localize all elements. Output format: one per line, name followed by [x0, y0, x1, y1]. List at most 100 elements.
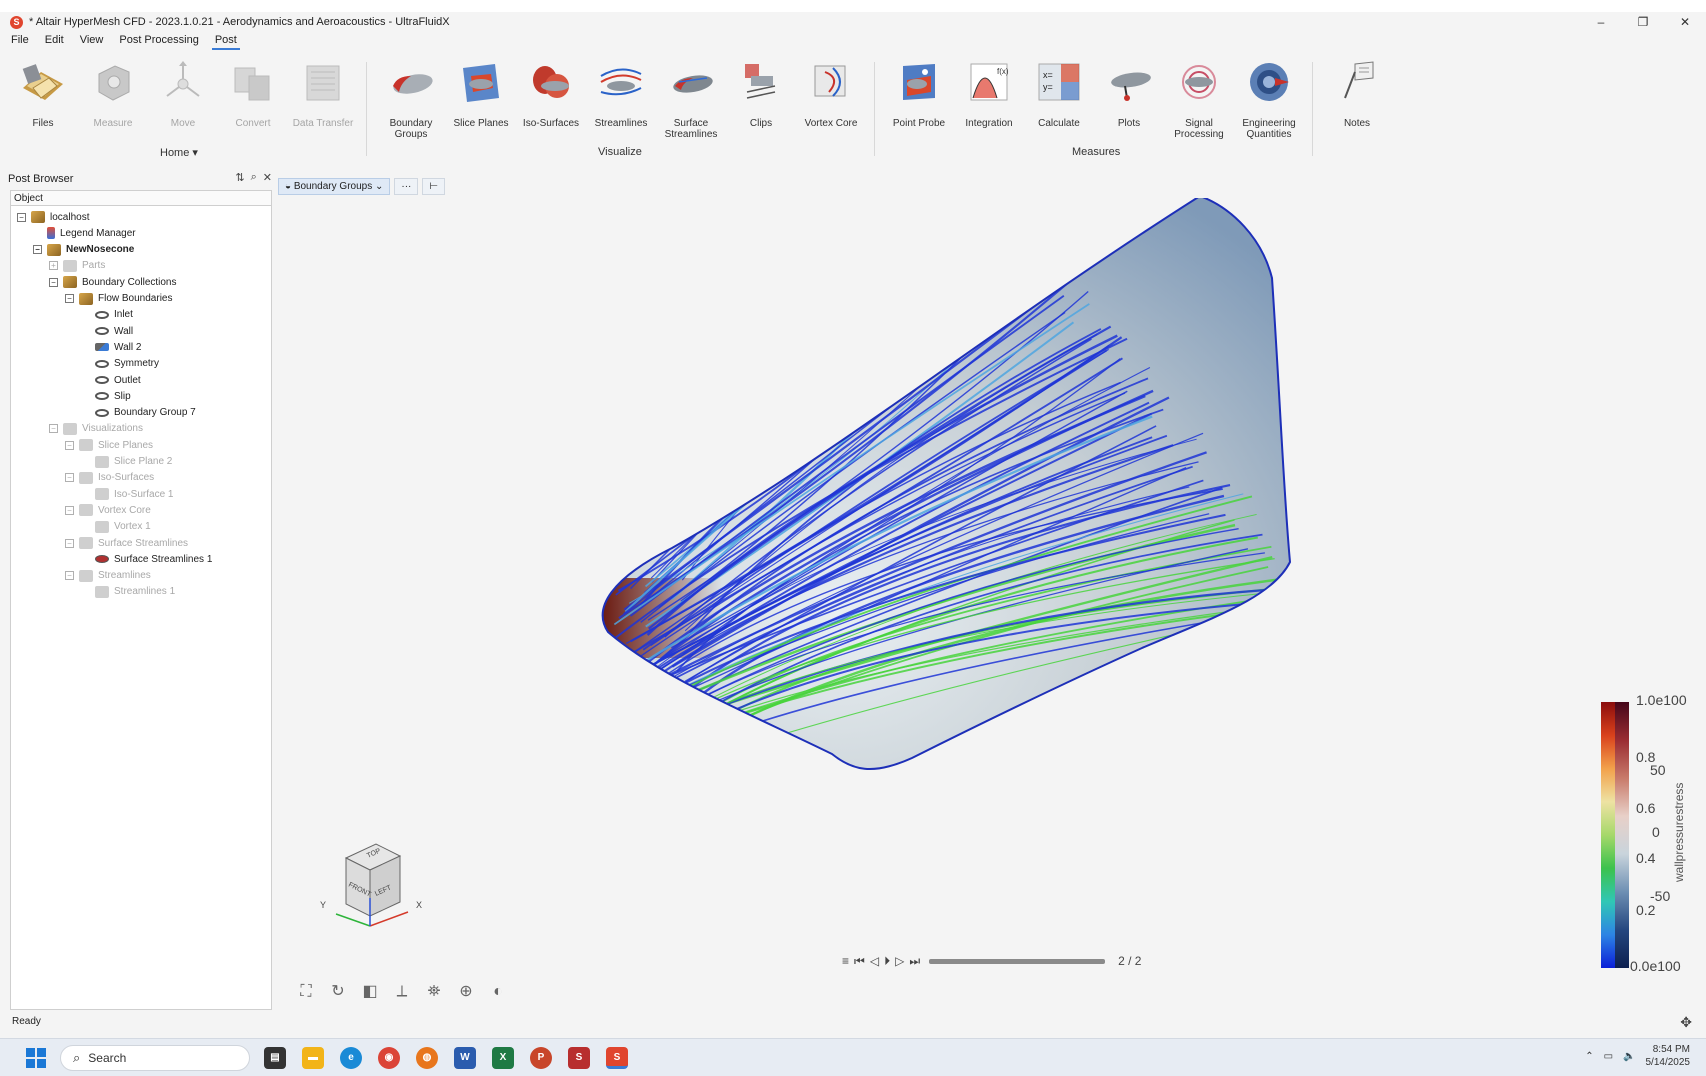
tree-node[interactable]: Streamlines 1 — [81, 584, 175, 600]
streamlines-tool[interactable]: Streamlines — [586, 58, 656, 129]
restore-button[interactable]: ❐ — [1622, 12, 1664, 32]
edge-icon[interactable]: e — [340, 1047, 362, 1069]
camera-icon[interactable]: ⛶ — [296, 982, 316, 1002]
menu-post[interactable]: Post — [211, 34, 240, 50]
integration-tool[interactable]: f(x) Integration — [954, 58, 1024, 129]
files-tool[interactable]: Files — [8, 58, 78, 129]
taskbar-search[interactable]: ⌕ Search — [60, 1045, 250, 1071]
measure-tool[interactable]: Measure — [78, 58, 148, 129]
cube-icon[interactable]: ◧ — [360, 982, 380, 1002]
tree-node[interactable]: − localhost — [17, 209, 89, 225]
slice-planes-tool[interactable]: Slice Planes — [446, 58, 516, 129]
crosshair-icon[interactable]: ✥ — [1680, 1014, 1692, 1031]
tree-node[interactable]: − NewNosecone — [33, 242, 134, 258]
calculate-tool[interactable]: x= y= Calculate — [1024, 58, 1094, 129]
data-transfer-tool[interactable]: Data Transfer — [288, 58, 358, 129]
fit-icon[interactable]: ⛯ — [424, 982, 444, 1002]
engineering-quantities-tool[interactable]: Engineering Quantities — [1234, 58, 1304, 140]
collapse-icon[interactable]: − — [33, 245, 42, 255]
clips-tool[interactable]: Clips — [726, 58, 796, 129]
vortex-core-tool[interactable]: Vortex Core — [796, 58, 866, 129]
collapse-icon[interactable]: − — [65, 538, 74, 548]
minimize-button[interactable]: – — [1580, 12, 1622, 32]
tree-node[interactable]: − Visualizations — [49, 421, 143, 437]
tab-end-button[interactable]: ⊢ — [422, 178, 446, 195]
tab-more-button[interactable]: ··· — [394, 178, 419, 195]
skip-start-icon[interactable]: ⏮ — [854, 954, 865, 969]
tree-node[interactable]: Surface Streamlines 1 — [81, 551, 212, 567]
excel-icon[interactable]: X — [492, 1047, 514, 1069]
tree-node[interactable]: Outlet — [81, 372, 141, 388]
hypermesh-taskbar-icon[interactable]: S — [606, 1047, 628, 1069]
expand-icon[interactable]: + — [49, 261, 58, 271]
object-column-header[interactable]: Object — [11, 191, 271, 206]
tree-node[interactable]: Vortex 1 — [81, 519, 151, 535]
tree-node[interactable]: Symmetry — [81, 356, 159, 372]
frame-slider[interactable] — [929, 958, 1106, 964]
tree-node[interactable]: − Boundary Collections — [49, 274, 177, 290]
menu-lines-icon[interactable]: ≡ — [842, 954, 849, 968]
collapse-icon[interactable]: − — [65, 571, 74, 581]
signal-processing-tool[interactable]: Signal Processing — [1164, 58, 1234, 140]
boundary-groups-tab[interactable]: ◒ Boundary Groups ⌄ — [278, 178, 391, 195]
point-probe-tool[interactable]: Point Probe — [884, 58, 954, 129]
menu-post-processing[interactable]: Post Processing — [116, 34, 201, 50]
collapse-icon[interactable]: − — [65, 294, 74, 303]
menu-view[interactable]: View — [77, 34, 107, 50]
3d-viewport[interactable] — [272, 194, 1702, 1010]
collapse-icon[interactable]: − — [17, 212, 26, 222]
step-back-icon[interactable]: ◁ — [870, 954, 879, 968]
task-view-icon[interactable]: ▤ — [264, 1047, 286, 1069]
tree-node[interactable]: − Iso-Surfaces — [65, 470, 154, 486]
boundary-groups-tool[interactable]: Boundary Groups — [376, 58, 446, 140]
shading-icon[interactable]: ◐ — [488, 982, 508, 1002]
tree-node[interactable]: − Vortex Core — [65, 502, 151, 518]
chevron-up-icon[interactable]: ⌃ — [1585, 1051, 1593, 1062]
collapse-icon[interactable]: − — [65, 440, 74, 450]
speaker-icon[interactable]: 🔈 — [1623, 1051, 1635, 1062]
convert-tool[interactable]: Convert — [218, 58, 288, 129]
tree-node[interactable]: Slice Plane 2 — [81, 454, 172, 470]
tree-node[interactable]: + Parts — [49, 258, 105, 274]
tree-node[interactable]: Slip — [81, 388, 131, 404]
tree-node[interactable]: − Streamlines — [65, 568, 151, 584]
step-forward-icon[interactable]: ▷ — [895, 954, 904, 968]
play-icon[interactable]: ⏵ — [884, 954, 890, 969]
collapse-icon[interactable]: − — [65, 473, 74, 483]
solidworks-icon[interactable]: S — [568, 1047, 590, 1069]
tree-node[interactable]: Legend Manager — [33, 225, 136, 241]
collapse-icon[interactable]: − — [49, 424, 58, 434]
powerpoint-icon[interactable]: P — [530, 1047, 552, 1069]
file-explorer-icon[interactable]: ▬ — [302, 1047, 324, 1069]
axes-icon[interactable]: ⟂ — [392, 982, 412, 1002]
iso-surfaces-tool[interactable]: Iso-Surfaces — [516, 58, 586, 129]
home-group-label[interactable]: Home ▾ — [160, 146, 198, 159]
network-icon[interactable]: ▭ — [1604, 1051, 1613, 1062]
collapse-icon[interactable]: − — [65, 505, 74, 515]
tree-node[interactable]: Boundary Group 7 — [81, 405, 196, 421]
tree-node[interactable]: Inlet — [81, 307, 133, 323]
plots-tool[interactable]: Plots — [1094, 58, 1164, 129]
tree-node[interactable]: − Surface Streamlines — [65, 535, 188, 551]
move-tool[interactable]: Move — [148, 58, 218, 129]
tree-node[interactable]: − Slice Planes — [65, 437, 153, 453]
view-cube[interactable]: TOP FRONT LEFT Y X — [316, 838, 446, 938]
tree-node[interactable]: Wall — [81, 323, 133, 339]
collapse-icon[interactable]: − — [49, 277, 58, 287]
surface-streamlines-tool[interactable]: Surface Streamlines — [656, 58, 726, 140]
rotate-icon[interactable]: ↻ — [328, 982, 348, 1002]
zoom-icon[interactable]: ⊕ — [456, 982, 476, 1002]
windows-start-icon[interactable] — [26, 1048, 46, 1068]
close-icon[interactable]: ✕ — [263, 171, 272, 184]
close-button[interactable]: ✕ — [1664, 12, 1706, 32]
clock[interactable]: 8:54 PM 5/14/2025 — [1646, 1043, 1691, 1069]
menu-file[interactable]: File — [8, 34, 32, 50]
notes-tool[interactable]: Notes — [1322, 58, 1392, 129]
tree-node[interactable]: Iso-Surface 1 — [81, 486, 173, 502]
pin-icon[interactable]: ⇅ — [235, 171, 244, 184]
menu-edit[interactable]: Edit — [42, 34, 67, 50]
chrome-icon[interactable]: ◉ — [378, 1047, 400, 1069]
tree-node[interactable]: − Flow Boundaries — [65, 291, 172, 307]
tree-node[interactable]: Wall 2 — [81, 339, 141, 355]
firefox-icon[interactable]: ◍ — [416, 1047, 438, 1069]
